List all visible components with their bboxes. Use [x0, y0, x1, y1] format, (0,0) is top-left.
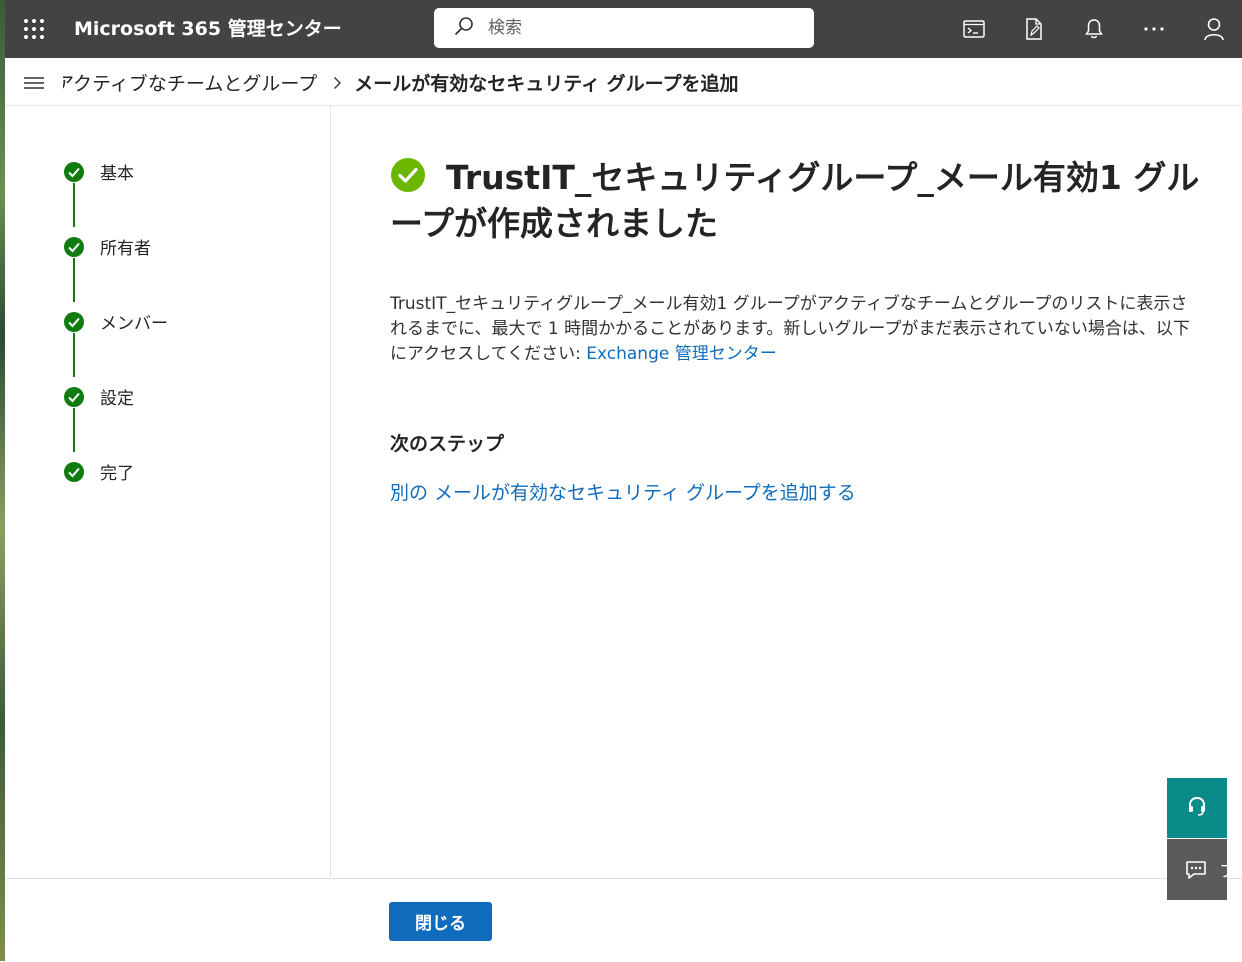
search-icon [454, 16, 474, 40]
close-button[interactable]: 閉じる [389, 902, 492, 941]
check-circle-icon [63, 461, 85, 483]
step-label: メンバー [100, 314, 168, 334]
feedback-button[interactable]: フィードバック [1167, 839, 1227, 900]
step-connector [73, 258, 75, 302]
top-bar: Microsoft 365 管理センター [5, 0, 1242, 58]
exchange-admin-center-link[interactable]: Exchange 管理センター [586, 344, 776, 364]
navigation-menu-icon[interactable] [23, 74, 45, 92]
check-circle-icon [63, 311, 85, 333]
step-connector [73, 333, 75, 377]
breadcrumb-current: メールが有効なセキュリティ グループを追加 [354, 73, 739, 95]
breadcrumb: アクティブなチームとグループ メールが有効なセキュリティ グループを追加 [63, 58, 1233, 105]
app-launcher-icon[interactable] [22, 17, 46, 41]
step-connector [73, 183, 75, 227]
terminal-icon[interactable] [959, 14, 989, 44]
search-input[interactable] [486, 17, 790, 39]
check-circle-icon [63, 236, 85, 258]
description-text: TrustIT_セキュリティグループ_メール有効1 グループがアクティブなチーム… [390, 294, 1190, 364]
page-title: TrustIT_セキュリティグループ_メール有効1 グループが作成されました [390, 158, 1200, 243]
add-another-group-link[interactable]: 別の メールが有効なセキュリティ グループを追加する [390, 478, 856, 505]
wizard-step-members[interactable]: メンバー [63, 309, 168, 334]
headset-icon [1186, 795, 1208, 821]
app-title[interactable]: Microsoft 365 管理センター [74, 16, 342, 42]
check-circle-icon [63, 161, 85, 183]
chevron-right-icon [333, 76, 342, 90]
step-label: 設定 [100, 389, 134, 409]
step-label: 所有者 [100, 239, 151, 259]
user-account-icon[interactable] [1199, 14, 1229, 44]
notification-bell-icon[interactable] [1079, 14, 1109, 44]
step-label: 完了 [100, 464, 134, 484]
breadcrumb-parent-link[interactable]: アクティブなチームとグループ [63, 69, 317, 96]
breadcrumb-bar: アクティブなチームとグループ メールが有効なセキュリティ グループを追加 [5, 58, 1242, 106]
wizard-step-finish[interactable]: 完了 [63, 459, 134, 484]
wizard-step-settings[interactable]: 設定 [63, 384, 134, 409]
footer-bar: 閉じる [5, 878, 1242, 962]
search-box[interactable] [434, 8, 814, 48]
wizard-steps-panel: 基本 所有者 メンバー 設定 完了 [5, 106, 331, 877]
wizard-step-owners[interactable]: 所有者 [63, 234, 151, 259]
help-support-button[interactable] [1167, 778, 1227, 838]
feedback-label: フィードバック [1219, 857, 1227, 882]
result-description: TrustIT_セキュリティグループ_メール有効1 グループがアクティブなチーム… [390, 292, 1200, 367]
wizard-step-basics[interactable]: 基本 [63, 159, 134, 184]
main-content: TrustIT_セキュリティグループ_メール有効1 グループが作成されました T… [331, 106, 1231, 877]
chat-feedback-icon [1185, 860, 1207, 880]
step-connector [73, 408, 75, 452]
next-steps-heading: 次のステップ [390, 433, 505, 455]
document-edit-icon[interactable] [1019, 14, 1049, 44]
step-label: 基本 [100, 164, 134, 184]
more-options-icon[interactable] [1139, 14, 1169, 44]
check-circle-icon [63, 386, 85, 408]
